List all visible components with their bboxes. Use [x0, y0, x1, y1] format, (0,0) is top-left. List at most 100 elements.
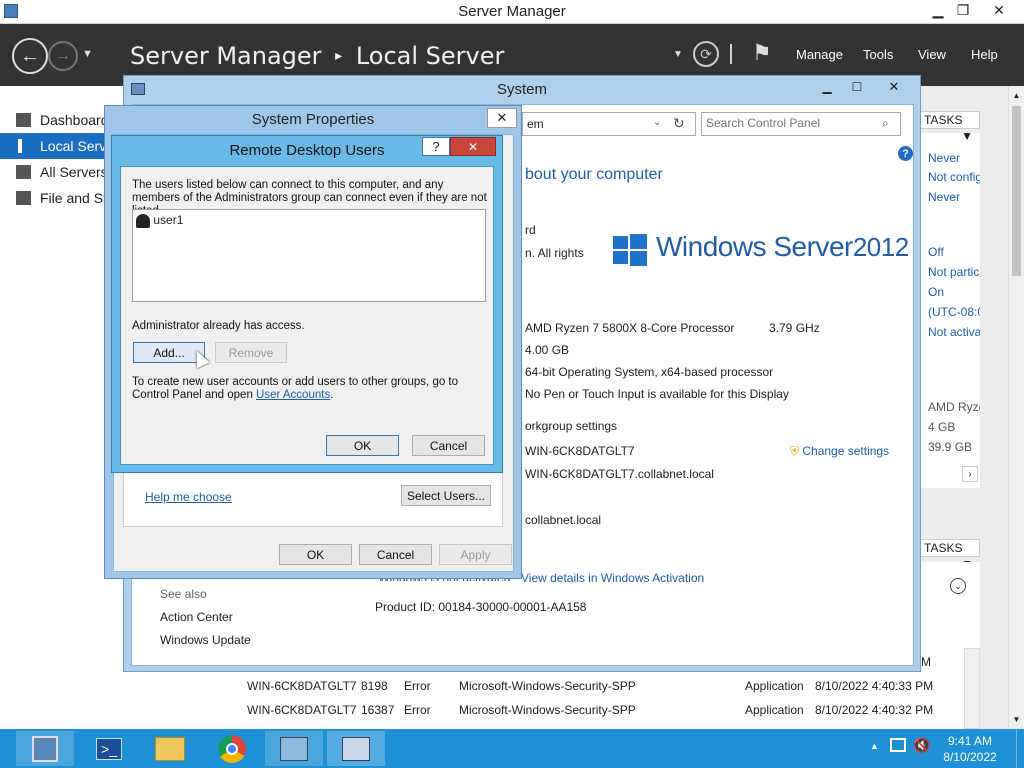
help-icon[interactable]: ? — [898, 146, 913, 161]
event-source: Microsoft-Windows-Security-SPP — [459, 703, 636, 717]
select-users-button[interactable]: Select Users... — [401, 485, 491, 506]
back-icon[interactable]: ← — [12, 38, 48, 74]
system-app-icon — [131, 83, 145, 95]
events-scrollbar[interactable] — [964, 648, 980, 729]
computer-name-value: WIN-6CK8DATGLT7 — [525, 444, 635, 458]
restore-icon[interactable]: ❐ — [948, 0, 978, 20]
cancel-button[interactable]: Cancel — [412, 435, 485, 456]
user-accounts-link[interactable]: User Accounts — [256, 389, 330, 401]
scroll-up-icon[interactable]: ▲ — [1009, 88, 1024, 102]
change-settings-link[interactable]: ⛨ Change settings — [790, 444, 889, 459]
windows-server-logo-text: Windows Server2012 — [656, 231, 909, 262]
event-row-partial: M — [921, 655, 931, 669]
local-server-icon — [18, 139, 22, 153]
prop-value[interactable]: Never — [928, 190, 960, 204]
show-desktop-button[interactable] — [1016, 729, 1024, 768]
search-input[interactable] — [706, 116, 876, 130]
server-manager-titlebar: Server Manager ▁ ❐ ✕ — [0, 0, 1024, 24]
prop-value[interactable]: Not configured — [928, 170, 980, 184]
search-control-panel[interactable]: ⌕ — [701, 112, 901, 136]
all-servers-icon — [16, 165, 31, 179]
powershell-icon: >_ — [96, 737, 122, 760]
access-note: Administrator already has access. — [132, 320, 305, 332]
history-dropdown-icon[interactable]: ▼ — [82, 48, 93, 60]
menu-manage[interactable]: Manage — [796, 47, 843, 62]
expand-circle-icon[interactable]: ⌄ — [950, 578, 966, 594]
maximize-icon[interactable]: ☐ — [844, 78, 870, 96]
help-me-choose-link[interactable]: Help me choose — [145, 490, 232, 504]
remove-user-button[interactable]: Remove — [215, 342, 287, 363]
prop-value[interactable]: Not activated — [928, 325, 980, 339]
refresh-dropdown-icon[interactable]: ▼ — [673, 49, 683, 60]
close-icon[interactable]: ✕ — [450, 137, 496, 156]
minimize-icon[interactable]: ▁ — [814, 78, 840, 96]
help-button[interactable]: ? — [422, 137, 450, 156]
close-icon[interactable]: ✕ — [879, 78, 909, 96]
event-server: WIN-6CK8DATGLT7 — [247, 679, 357, 693]
system-properties-taskbar-icon[interactable] — [327, 731, 385, 766]
scroll-down-icon[interactable]: ▼ — [1009, 712, 1024, 726]
chrome-taskbar-icon[interactable] — [203, 731, 261, 766]
product-id: Product ID: 00184-30000-00001-AA158 — [375, 600, 587, 614]
search-icon: ⌕ — [882, 116, 889, 130]
prop-value[interactable]: (UTC-08:00) — [928, 305, 980, 319]
users-listbox[interactable]: user1 — [132, 209, 486, 302]
close-icon[interactable]: ✕ — [984, 0, 1014, 20]
menu-view[interactable]: View — [918, 47, 946, 62]
chevron-down-icon[interactable]: ⌄ — [653, 117, 661, 128]
forward-icon[interactable]: → — [48, 41, 78, 71]
activation-link[interactable]: View details in Windows Activation — [521, 571, 704, 585]
address-bar[interactable]: em ⌄ ↻ — [522, 112, 696, 136]
chevron-down-icon: ▼ — [961, 129, 973, 143]
event-source: Microsoft-Windows-Security-SPP — [459, 679, 636, 693]
logo-pane — [630, 251, 647, 266]
control-panel-icon — [280, 736, 308, 761]
windows-update-link[interactable]: Windows Update — [160, 633, 251, 647]
server-manager-taskbar-icon[interactable] — [16, 731, 74, 766]
main-scrollbar[interactable]: ▲ ▼ — [1008, 86, 1024, 729]
see-also-heading: See also — [160, 587, 207, 601]
close-icon[interactable]: ✕ — [487, 108, 517, 128]
list-item[interactable]: user1 — [136, 213, 183, 229]
table-row[interactable]: WIN-6CK8DATGLT7 16387 Error Microsoft-Wi… — [247, 703, 947, 721]
tasks-dropdown-events[interactable]: TASKS ▼ — [920, 539, 980, 571]
prop-value[interactable]: Never — [928, 151, 960, 165]
action-center-link[interactable]: Action Center — [160, 610, 233, 624]
file-explorer-taskbar-icon[interactable] — [141, 731, 199, 766]
copyright-text: n. All rights — [525, 246, 584, 260]
info-text: To create new user accounts or add users… — [132, 376, 459, 401]
menu-help[interactable]: Help — [971, 47, 998, 62]
pen-touch-value: No Pen or Touch Input is available for t… — [525, 387, 789, 401]
window-title: Server Manager — [458, 3, 566, 20]
show-hidden-icons-icon[interactable]: ▲ — [870, 741, 879, 751]
user-name: user1 — [153, 213, 184, 227]
apply-button[interactable]: Apply — [439, 544, 512, 565]
event-date: 8/10/2022 4:40:33 PM — [815, 679, 934, 693]
refresh-icon[interactable]: ⟳ — [693, 41, 719, 67]
scroll-thumb[interactable] — [1012, 106, 1021, 276]
tasks-dropdown-properties[interactable]: TASKS ▼ — [920, 111, 980, 143]
menu-tools[interactable]: Tools — [863, 47, 893, 62]
scroll-right-icon[interactable]: › — [962, 466, 978, 482]
network-icon[interactable] — [890, 738, 906, 752]
windows-logo — [613, 234, 647, 266]
control-panel-taskbar-icon[interactable] — [265, 731, 323, 766]
clock-time: 9:41 AM — [947, 734, 993, 748]
refresh-icon[interactable]: ↻ — [673, 115, 685, 132]
volume-icon[interactable]: 🔇 — [913, 737, 930, 754]
remote-desktop-users-body: The users listed below can connect to th… — [120, 166, 494, 465]
prop-value[interactable]: On — [928, 285, 944, 299]
breadcrumb-root[interactable]: Server Manager — [130, 42, 322, 70]
prop-value[interactable]: Off — [928, 245, 944, 259]
table-row[interactable]: WIN-6CK8DATGLT7 8198 Error Microsoft-Win… — [247, 679, 947, 697]
notifications-flag-icon[interactable]: ⚑ — [752, 40, 772, 66]
cancel-button[interactable]: Cancel — [359, 544, 432, 565]
ok-button[interactable]: OK — [326, 435, 399, 456]
taskbar-clock[interactable]: 9:41 AM 8/10/2022 — [935, 733, 1005, 765]
prop-value[interactable]: Not participating — [928, 265, 980, 279]
powershell-taskbar-icon[interactable]: >_ — [80, 731, 138, 766]
system-window-title: System — [496, 81, 547, 98]
dashboard-icon — [16, 113, 31, 127]
nav-item-label: Dashboard — [40, 112, 109, 128]
ok-button[interactable]: OK — [279, 544, 352, 565]
